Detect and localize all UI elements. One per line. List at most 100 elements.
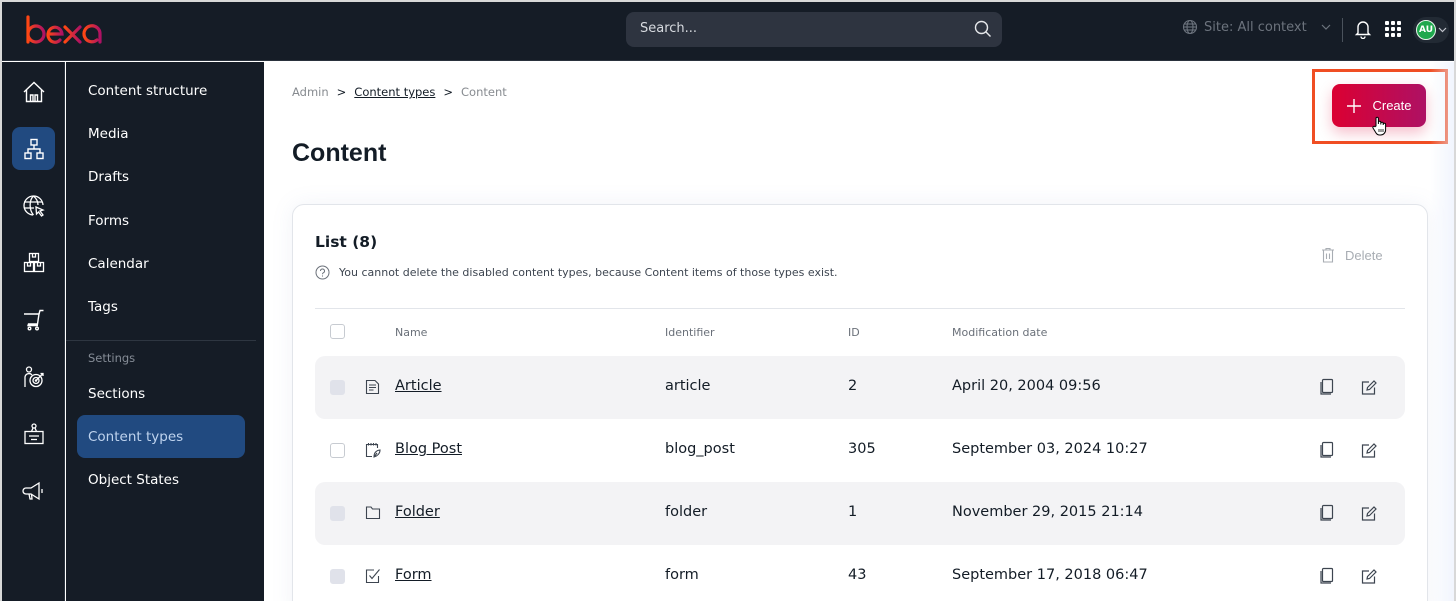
boxes-icon [23, 252, 44, 272]
row-modification-date: September 03, 2024 10:27 [952, 441, 1148, 457]
edit-icon[interactable] [1361, 378, 1377, 396]
badge-icon [23, 422, 44, 444]
rail-item-home[interactable] [12, 70, 55, 113]
row-checkbox [330, 569, 345, 584]
row-id: 2 [848, 378, 858, 394]
copy-icon[interactable] [1319, 567, 1335, 585]
top-bar: Search... Site: All context AU [2, 2, 1454, 61]
app-window: Search... Site: All context AU Content s… [2, 2, 1454, 601]
apps-grid-icon[interactable] [1384, 20, 1402, 38]
column-header-modification-date[interactable]: Modification date [952, 326, 1047, 339]
row-checkbox[interactable] [330, 443, 345, 458]
row-identifier: form [665, 567, 699, 583]
article-icon [365, 379, 380, 395]
chevron-down-icon [1438, 27, 1447, 33]
subnav-item-calendar[interactable]: Calendar [77, 242, 245, 285]
content-sub-nav: Content structure Media Drafts Forms Cal… [66, 62, 264, 601]
globe-cursor-icon [22, 194, 45, 217]
breadcrumb-separator: > [336, 85, 347, 99]
delete-hint-text: You cannot delete the disabled content t… [339, 266, 838, 279]
row-modification-date: September 17, 2018 06:47 [952, 567, 1148, 583]
search-placeholder: Search... [640, 21, 698, 36]
edit-icon[interactable] [1361, 504, 1377, 522]
rail-item-admin[interactable] [12, 412, 55, 455]
site-context-label: Site: All context [1204, 19, 1307, 35]
divider [315, 308, 1405, 309]
column-header-id[interactable]: ID [848, 326, 860, 339]
breadcrumb-admin[interactable]: Admin [292, 85, 329, 99]
copy-icon[interactable] [1319, 504, 1335, 522]
subnav-item-forms[interactable]: Forms [77, 199, 245, 242]
row-identifier: folder [665, 504, 708, 520]
table-row: Article article 2 April 20, 2004 09:56 [315, 356, 1405, 419]
content-types-list-card: List (8) You cannot delete the disabled … [292, 204, 1428, 601]
rail-item-personalization[interactable] [12, 355, 55, 398]
divider [66, 340, 256, 341]
chevron-down-icon [1321, 24, 1331, 30]
delete-hint: You cannot delete the disabled content t… [315, 265, 838, 280]
blog-post-icon [365, 443, 381, 458]
bell-icon[interactable] [1354, 19, 1372, 39]
copy-icon[interactable] [1319, 441, 1335, 459]
rail-item-commerce[interactable] [12, 298, 55, 341]
row-name-link[interactable]: Folder [395, 504, 440, 520]
delete-button[interactable]: Delete [1321, 247, 1383, 263]
column-header-name[interactable]: Name [395, 326, 427, 339]
rail-item-content[interactable] [12, 127, 55, 170]
subnav-item-media[interactable]: Media [77, 112, 245, 155]
rail-item-products[interactable] [12, 241, 55, 284]
row-modification-date: April 20, 2004 09:56 [952, 378, 1101, 394]
row-identifier: article [665, 378, 711, 394]
edit-icon[interactable] [1361, 567, 1377, 585]
copy-icon[interactable] [1319, 378, 1335, 396]
list-title: List (8) [315, 233, 378, 251]
site-context-selector[interactable]: Site: All context [1182, 19, 1333, 35]
breadcrumb-content-types[interactable]: Content types [354, 85, 435, 99]
rail-item-marketing[interactable] [12, 469, 55, 512]
rail-item-site[interactable] [12, 184, 55, 227]
delete-button-label: Delete [1345, 247, 1383, 263]
subnav-item-content-structure[interactable]: Content structure [77, 69, 245, 112]
avatar: AU [1416, 20, 1436, 40]
row-modification-date: November 29, 2015 21:14 [952, 504, 1144, 520]
row-id: 305 [848, 441, 876, 457]
globe-icon [1182, 19, 1198, 35]
table-header: Name Identifier ID Modification date [315, 317, 1405, 347]
trash-icon [1322, 247, 1334, 263]
breadcrumb: Admin > Content types > Content [292, 85, 507, 99]
row-name-link[interactable]: Article [395, 378, 442, 394]
page-title: Content [292, 139, 387, 167]
ibexa-logo[interactable] [18, 14, 104, 46]
main-nav-rail [2, 62, 65, 601]
row-checkbox [330, 380, 345, 395]
row-id: 1 [848, 504, 858, 520]
search-icon[interactable] [974, 20, 992, 38]
column-header-identifier[interactable]: Identifier [665, 326, 715, 339]
row-identifier: blog_post [665, 441, 735, 457]
breadcrumb-separator: > [443, 85, 454, 99]
plus-icon [1347, 98, 1362, 113]
edit-icon[interactable] [1361, 441, 1377, 459]
settings-group-label: Settings [88, 351, 136, 365]
content-tree-icon [23, 138, 44, 159]
person-target-icon [23, 365, 44, 387]
subnav-item-content-types[interactable]: Content types [77, 415, 245, 458]
row-checkbox [330, 506, 345, 521]
row-id: 43 [848, 567, 867, 583]
subnav-item-sections[interactable]: Sections [77, 372, 245, 415]
divider [1342, 18, 1343, 42]
help-icon [315, 265, 330, 280]
table-row: Folder folder 1 November 29, 2015 21:14 [315, 482, 1405, 545]
create-button-label: Create [1372, 98, 1412, 113]
select-all-checkbox[interactable] [330, 324, 345, 339]
row-name-link[interactable]: Form [395, 567, 432, 583]
subnav-item-object-states[interactable]: Object States [77, 458, 245, 501]
subnav-item-drafts[interactable]: Drafts [77, 155, 245, 198]
cart-icon [23, 309, 43, 331]
row-name-link[interactable]: Blog Post [395, 441, 462, 457]
megaphone-icon [21, 481, 43, 500]
table-row: Blog Post blog_post 305 September 03, 20… [315, 419, 1405, 482]
user-menu[interactable]: AU [1413, 17, 1449, 43]
search-input[interactable]: Search... [626, 12, 1002, 47]
subnav-item-tags[interactable]: Tags [77, 285, 245, 328]
